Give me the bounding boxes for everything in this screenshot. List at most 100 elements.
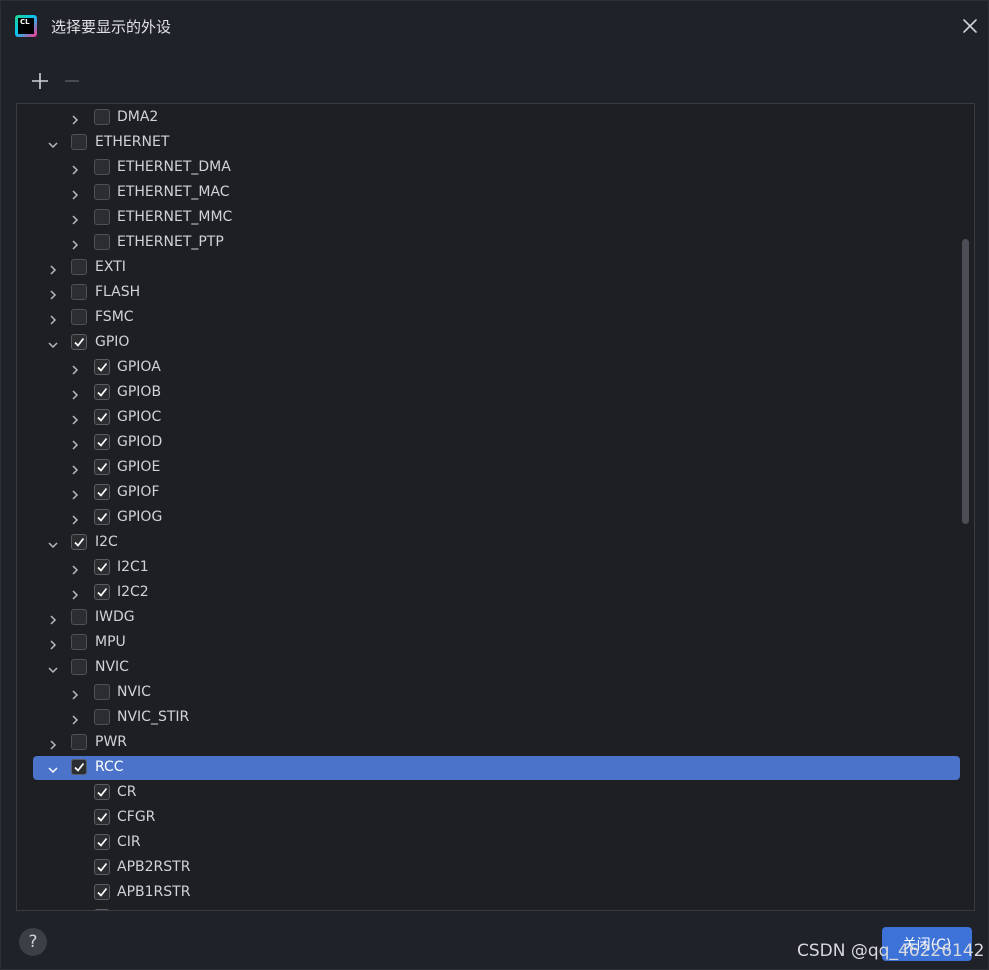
tree-row[interactable]: CIR (17, 830, 961, 855)
chevron-right-icon[interactable] (69, 411, 81, 425)
chevron-right-icon[interactable] (47, 736, 59, 750)
checkbox-checked[interactable] (94, 584, 110, 600)
tree-scrollbar[interactable] (962, 239, 969, 524)
tree-row[interactable]: GPIO (17, 330, 961, 355)
tree-row[interactable]: CFGR (17, 805, 961, 830)
tree-row[interactable]: GPIOA (17, 355, 961, 380)
checkbox-unchecked[interactable] (71, 134, 87, 150)
checkbox-checked[interactable] (94, 909, 110, 910)
tree-row[interactable]: MPU (17, 630, 961, 655)
checkbox-checked[interactable] (71, 534, 87, 550)
tree-row[interactable]: ETHERNET (17, 130, 961, 155)
chevron-right-icon[interactable] (47, 261, 59, 275)
chevron-down-icon[interactable] (47, 336, 59, 349)
checkbox-checked[interactable] (94, 559, 110, 575)
checkbox-unchecked[interactable] (71, 734, 87, 750)
checkbox-checked[interactable] (94, 384, 110, 400)
checkbox-unchecked[interactable] (71, 634, 87, 650)
chevron-down-icon[interactable] (47, 661, 59, 674)
tree-row[interactable]: NVIC_STIR (17, 705, 961, 730)
checkbox-unchecked[interactable] (71, 284, 87, 300)
chevron-right-icon[interactable] (69, 686, 81, 700)
remove-button[interactable] (61, 69, 83, 93)
close-icon[interactable] (959, 15, 981, 37)
tree-row[interactable]: ETHERNET_MMC (17, 205, 961, 230)
chevron-right-icon[interactable] (69, 361, 81, 375)
tree-row[interactable]: NVIC (17, 680, 961, 705)
tree-row[interactable]: ETHERNET_DMA (17, 155, 961, 180)
tree-row[interactable]: PWR (17, 730, 961, 755)
add-button[interactable] (29, 69, 51, 93)
checkbox-checked[interactable] (94, 434, 110, 450)
checkbox-checked[interactable] (94, 459, 110, 475)
chevron-right-icon[interactable] (69, 586, 81, 600)
chevron-right-icon[interactable] (69, 386, 81, 400)
peripheral-tree[interactable]: DMA2 ETHERNET ETHERNET_DMA ETHERNET_MAC ETHE… (16, 103, 975, 911)
tree-row[interactable]: I2C (17, 530, 961, 555)
chevron-down-icon[interactable] (47, 536, 59, 549)
chevron-right-icon[interactable] (69, 486, 81, 500)
tree-row[interactable]: APB1RSTR (17, 880, 961, 905)
checkbox-unchecked[interactable] (71, 659, 87, 675)
checkbox-checked[interactable] (94, 859, 110, 875)
tree-row[interactable]: I2C1 (17, 555, 961, 580)
checkbox-checked[interactable] (71, 334, 87, 350)
chevron-right-icon[interactable] (69, 211, 81, 225)
chevron-right-icon[interactable] (69, 561, 81, 575)
tree-row[interactable]: IWDG (17, 605, 961, 630)
checkbox-checked[interactable] (94, 509, 110, 525)
checkbox-unchecked[interactable] (94, 234, 110, 250)
tree-row[interactable]: EXTI (17, 255, 961, 280)
chevron-right-icon[interactable] (69, 111, 81, 125)
checkbox-unchecked[interactable] (94, 709, 110, 725)
chevron-right-icon[interactable] (69, 161, 81, 175)
tree-row[interactable]: GPIOC (17, 405, 961, 430)
tree-row[interactable] (17, 905, 961, 910)
checkbox-checked[interactable] (94, 809, 110, 825)
checkbox-unchecked[interactable] (71, 309, 87, 325)
checkbox-checked[interactable] (94, 359, 110, 375)
checkmark-icon (97, 887, 108, 897)
chevron-right-icon[interactable] (69, 186, 81, 200)
tree-row[interactable]: GPIOD (17, 430, 961, 455)
checkbox-unchecked[interactable] (94, 159, 110, 175)
checkbox-checked[interactable] (94, 484, 110, 500)
checkbox-checked[interactable] (94, 784, 110, 800)
chevron-down-icon[interactable] (47, 136, 59, 149)
checkbox-checked[interactable] (94, 834, 110, 850)
checkbox-unchecked[interactable] (94, 209, 110, 225)
tree-row[interactable]: GPIOG (17, 505, 961, 530)
chevron-down-icon[interactable] (47, 761, 59, 774)
checkbox-checked[interactable] (94, 884, 110, 900)
checkbox-unchecked[interactable] (71, 259, 87, 275)
checkbox-unchecked[interactable] (94, 109, 110, 125)
chevron-right-icon[interactable] (69, 436, 81, 450)
chevron-right-icon[interactable] (47, 636, 59, 650)
checkbox-unchecked[interactable] (94, 684, 110, 700)
tree-row[interactable]: ETHERNET_PTP (17, 230, 961, 255)
tree-row[interactable]: GPIOB (17, 380, 961, 405)
tree-row[interactable]: FSMC (17, 305, 961, 330)
tree-row[interactable]: I2C2 (17, 580, 961, 605)
chevron-right-icon[interactable] (69, 511, 81, 525)
tree-row[interactable]: ETHERNET_MAC (17, 180, 961, 205)
checkbox-unchecked[interactable] (71, 609, 87, 625)
tree-row[interactable]: GPIOE (17, 455, 961, 480)
tree-row[interactable]: NVIC (17, 655, 961, 680)
help-button[interactable]: ? (19, 928, 47, 956)
chevron-right-icon[interactable] (69, 711, 81, 725)
chevron-right-icon[interactable] (69, 236, 81, 250)
checkbox-checked[interactable] (71, 759, 87, 775)
chevron-right-icon[interactable] (47, 611, 59, 625)
tree-row[interactable]: RCC (17, 755, 961, 780)
tree-row[interactable]: GPIOF (17, 480, 961, 505)
checkbox-unchecked[interactable] (94, 184, 110, 200)
tree-row[interactable]: DMA2 (17, 105, 961, 130)
tree-row[interactable]: APB2RSTR (17, 855, 961, 880)
tree-row[interactable]: FLASH (17, 280, 961, 305)
chevron-right-icon[interactable] (69, 461, 81, 475)
chevron-right-icon[interactable] (47, 311, 59, 325)
tree-row[interactable]: CR (17, 780, 961, 805)
chevron-right-icon[interactable] (47, 286, 59, 300)
checkbox-checked[interactable] (94, 409, 110, 425)
